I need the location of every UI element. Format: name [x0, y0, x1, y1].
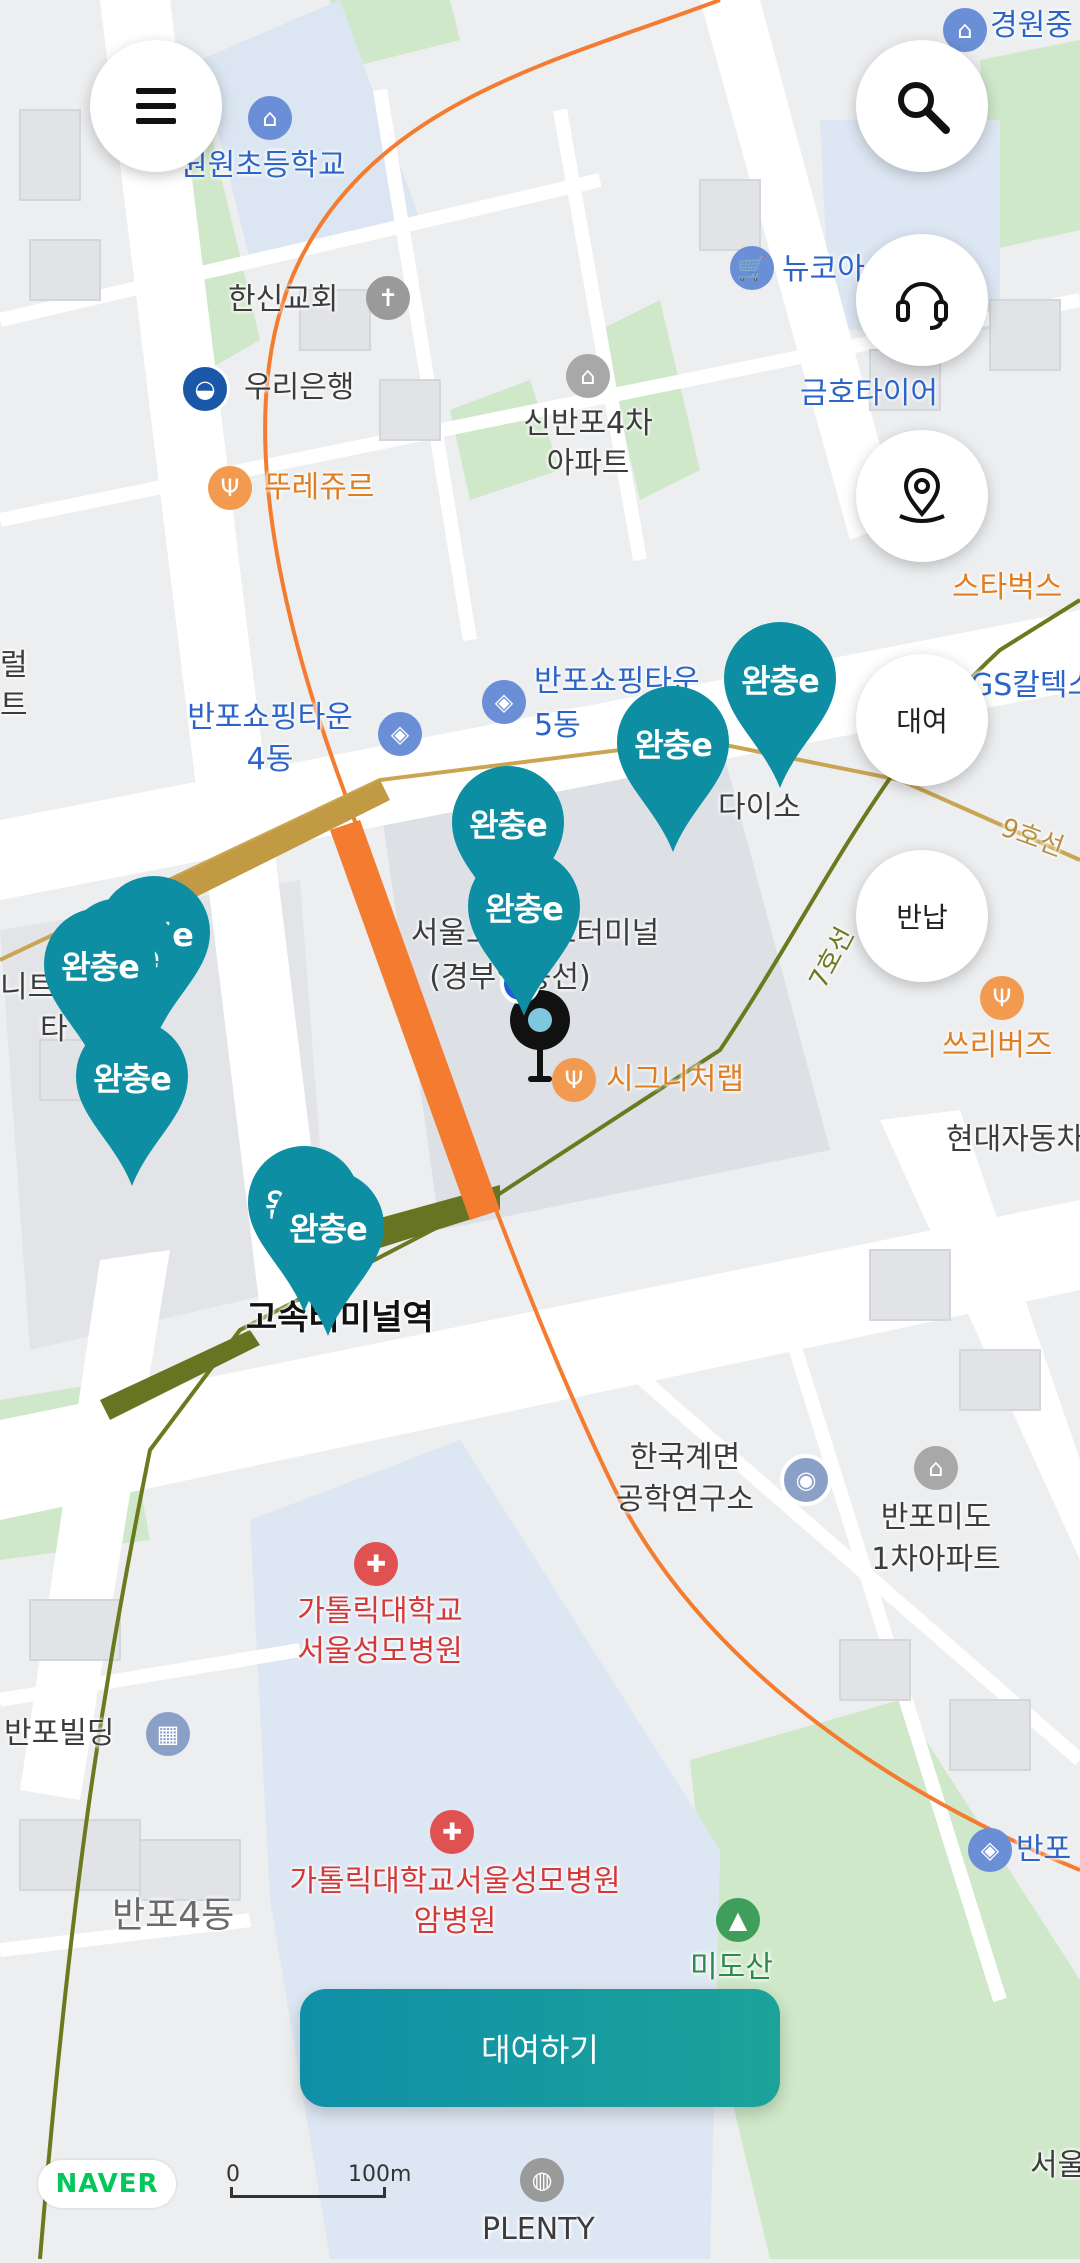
station-marker-label: 완충e	[485, 890, 564, 928]
hospital-poi-icon: ✚	[430, 1810, 474, 1854]
map-label-hyundai: 현대자동차	[946, 1122, 1080, 1157]
map-label-midosan: 미도산	[690, 1950, 773, 1985]
station-marker-label: 완충e	[469, 806, 548, 844]
bag-poi-icon: ◍	[520, 2158, 564, 2202]
map-label-banpo-shop4-line2: 4동	[246, 742, 294, 777]
restaurant-poi-icon: Ψ	[980, 976, 1024, 1020]
restaurant-poi-icon: Ψ	[208, 466, 252, 510]
map-label-kicet-line2: 공학연구소	[616, 1482, 754, 1517]
mountain-poi-icon: ▲	[716, 1898, 760, 1942]
map-label-bakery: 뚜레쥬르	[264, 470, 375, 505]
map-label-threebirds: 쓰리버즈	[942, 1028, 1053, 1063]
map-label-kicet-line1: 한국계면	[629, 1440, 741, 1475]
scale-end-label: 100m	[348, 2162, 412, 2187]
station-marker-label: 완충e	[741, 662, 820, 700]
menu-button[interactable]	[90, 40, 222, 172]
search-button[interactable]	[856, 40, 988, 172]
rent-button[interactable]: 대여하기	[300, 1989, 780, 2107]
headset-icon	[896, 282, 948, 330]
map-label-starbucks: 스타벅스	[952, 570, 1063, 605]
research-poi-icon: ◉	[780, 1454, 832, 1506]
map-label-plenty: PLENTY	[482, 2212, 595, 2247]
apartment-poi-icon: ⌂	[914, 1446, 958, 1490]
map-label-left-edge: 트	[0, 688, 28, 723]
customer-support-button[interactable]	[856, 234, 988, 366]
map-label-cancer-line2: 암병원	[413, 1904, 497, 1939]
map-label-banpo-shop4-line1: 반포쇼핑타운	[187, 700, 353, 735]
station-marker-label: 완충e	[93, 1060, 172, 1098]
map-label-midoapt-line2: 1차아파트	[871, 1542, 1001, 1577]
shopping-poi-icon: ◈	[378, 712, 422, 756]
map-label-church: 한신교회	[228, 282, 339, 317]
search-icon	[898, 82, 950, 134]
map-label-banpo-right: 반포	[1016, 1832, 1072, 1867]
rent-button-label: 대여하기	[481, 2031, 599, 2069]
church-poi-icon: ✝	[366, 276, 410, 320]
map-label-left-edge: 럴	[0, 648, 28, 683]
station-marker-label: 완충e	[289, 1210, 368, 1248]
building-poi-icon: ▦	[146, 1712, 190, 1756]
bank-poi-icon: ◒	[180, 364, 230, 414]
station-marker[interactable]: 완충e	[722, 622, 838, 792]
map-label-newcore: 뉴코아	[782, 252, 865, 287]
hospital-poi-icon: ✚	[354, 1542, 398, 1586]
school-poi-icon: ⌂	[248, 96, 292, 140]
shopping-poi-icon: ◈	[482, 680, 526, 724]
map-label-banpo-bldg: 반포빌딩	[4, 1716, 115, 1751]
menu-icon	[136, 88, 176, 124]
map-scale: 0 100m	[226, 2162, 411, 2202]
map-label-cancer-line1: 가톨릭대학교서울성모병원	[289, 1864, 621, 1899]
station-marker-label: 완충e	[61, 948, 140, 986]
map-label-hospital-line2: 서울성모병원	[297, 1634, 463, 1669]
shopping-poi-icon: ◈	[968, 1828, 1012, 1872]
map-label-signature: 시그니처랩	[606, 1062, 744, 1097]
station-marker[interactable]: 완충e	[74, 1020, 190, 1190]
map-label-geumho: 금호타이어	[800, 376, 938, 411]
scale-bar	[230, 2187, 386, 2198]
return-filter-label: 반납	[896, 901, 948, 934]
return-filter-button[interactable]: 반납	[856, 850, 988, 982]
shopping-poi-icon: 🛒	[730, 246, 774, 290]
map-label-gyeongwon: 경원중	[990, 8, 1073, 43]
apartment-poi-icon: ⌂	[566, 354, 610, 398]
map-label-banpo4dong: 반포4동	[112, 1895, 235, 1936]
station-marker[interactable]: 완충e	[466, 850, 582, 1020]
rent-filter-label: 대여	[896, 705, 948, 738]
map-label-midoapt-line1: 반포미도	[880, 1500, 992, 1535]
my-location-button[interactable]	[856, 430, 988, 562]
map-label-apt4-line2: 아파트	[546, 446, 630, 481]
map-label-bank: 우리은행	[244, 370, 355, 405]
scale-start-label: 0	[226, 2162, 240, 2187]
map-label-apt4-line1: 신반포4차	[523, 406, 653, 441]
naver-logo: NAVER	[38, 2160, 176, 2208]
naver-logo-text: NAVER	[55, 2169, 159, 2199]
station-marker[interactable]: 완충e	[615, 686, 731, 856]
location-pin-icon	[899, 468, 945, 523]
station-marker-label: 완충e	[634, 726, 713, 764]
map-label-gs: GS칼텍스	[970, 668, 1080, 703]
map-label-seoul-right: 서울	[1030, 2148, 1080, 2183]
rent-filter-button[interactable]: 대여	[856, 654, 988, 786]
map-label-hospital-line1: 가톨릭대학교	[297, 1594, 463, 1629]
station-marker[interactable]: 완충e	[270, 1170, 386, 1340]
map-label-school: 원원초등학교	[180, 148, 346, 183]
map-label-banpo-shop5-line2: 5동	[534, 708, 581, 743]
